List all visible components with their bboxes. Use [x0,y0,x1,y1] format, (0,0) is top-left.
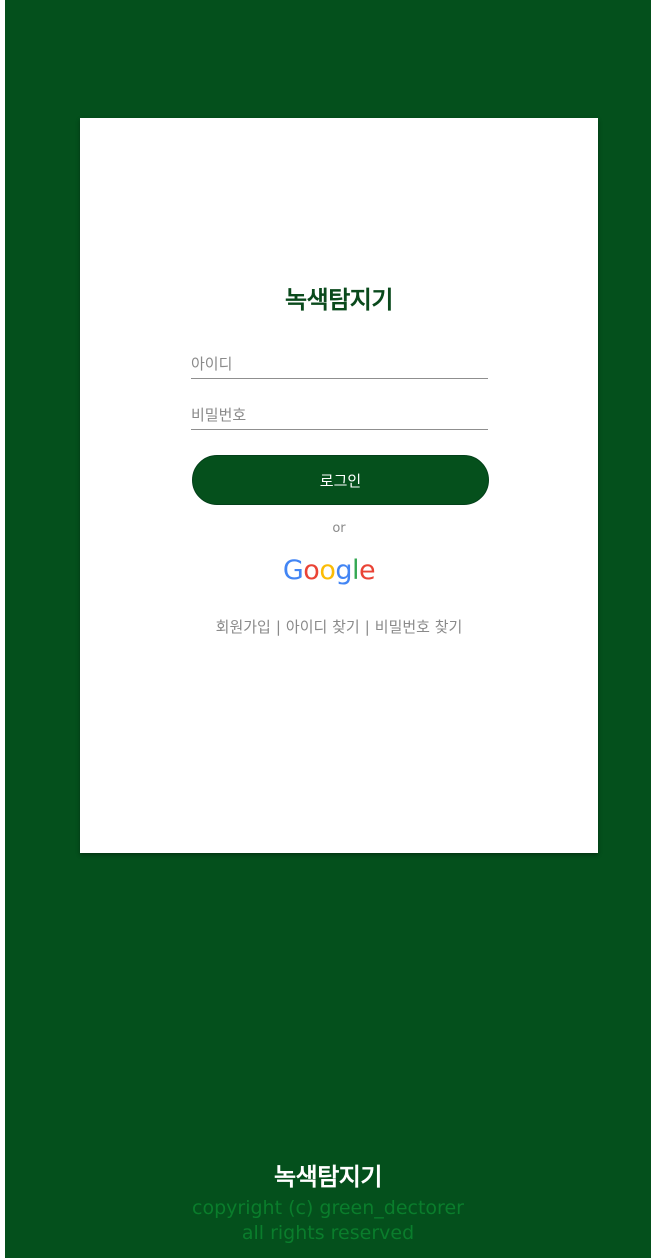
account-links: 회원가입 | 아이디 찾기 | 비밀번호 찾기 [80,616,598,637]
or-divider-text: or [332,521,346,536]
copyright-line-1: copyright (c) green_dectorer [192,1197,464,1219]
google-logo-letter: G [282,554,304,586]
find-password-link[interactable]: 비밀번호 찾기 [375,618,463,636]
google-login-button[interactable]: Google [279,552,379,588]
login-button[interactable]: 로그인 [192,455,489,505]
google-logo-letter: l [352,554,360,586]
google-logo-icon: Google [282,554,376,586]
login-card: 녹색탐지기 로그인 or Google 회원가입|아이디 찾기|비밀번호 찾기 [80,118,598,853]
signup-link[interactable]: 회원가입 [216,618,271,636]
password-input[interactable] [191,400,488,430]
footer-copyright: copyright (c) green_dectorer all rights … [5,1196,651,1246]
copyright-line-2: all rights reserved [241,1222,415,1244]
google-logo-letter: o [303,554,320,586]
footer-logo: 녹색탐지기 [274,1162,382,1191]
google-logo-letter: e [359,554,376,586]
id-input[interactable] [191,349,488,379]
link-separator: | [364,618,370,636]
link-separator: | [275,618,281,636]
google-logo-letter: o [319,554,336,586]
app-logo-title: 녹색탐지기 [285,285,393,314]
find-id-link[interactable]: 아이디 찾기 [286,618,360,636]
google-logo-letter: g [335,554,352,586]
